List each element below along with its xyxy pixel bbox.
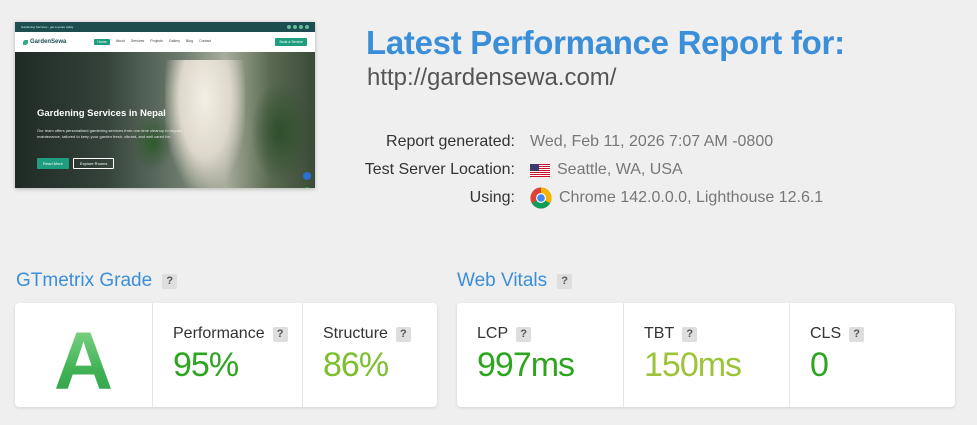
phone-icon bbox=[303, 172, 311, 180]
gtmetrix-grade-heading: GTmetrix Grade ? bbox=[16, 270, 178, 292]
report-generated-row: Report generated: Wed, Feb 11, 2026 7:07… bbox=[330, 130, 773, 154]
help-icon[interactable]: ? bbox=[557, 273, 573, 289]
gtmetrix-grade-card: A Performance ? 95% Structure ? 86% bbox=[15, 303, 437, 407]
report-generated-label: Report generated: bbox=[386, 133, 515, 150]
thumb-menu: Home About Services Projects Gallery Blo… bbox=[94, 39, 211, 45]
thumb-menu-item: Projects bbox=[150, 39, 163, 43]
thumb-topbar-text: Gardening Services - get a quote today bbox=[21, 25, 74, 29]
server-location-label: Test Server Location: bbox=[364, 161, 515, 178]
web-vitals-card: LCP ? 997ms TBT ? 150ms CLS ? 0 bbox=[457, 303, 955, 407]
thumb-cta-button: Book a Service bbox=[275, 38, 307, 46]
thumb-plant bbox=[250, 82, 310, 182]
thumb-menu-item: Services bbox=[130, 39, 145, 43]
help-icon[interactable]: ? bbox=[395, 326, 411, 342]
tbt-cell: TBT ? 150ms bbox=[623, 303, 789, 407]
us-flag-icon bbox=[530, 163, 550, 177]
help-icon[interactable]: ? bbox=[162, 273, 178, 289]
thumb-nav: GardenSewa Home About Services Projects … bbox=[15, 32, 315, 52]
lcp-cell: LCP ? 997ms bbox=[457, 303, 623, 407]
performance-label: Performance ? bbox=[173, 325, 288, 343]
thumb-menu-item: About bbox=[115, 39, 125, 43]
cls-cell: CLS ? 0 bbox=[789, 303, 955, 407]
performance-cell: Performance ? 95% bbox=[152, 303, 302, 407]
report-url[interactable]: http://gardensewa.com/ bbox=[367, 64, 616, 92]
thumb-hero: Gardening Services in Nepal Our team off… bbox=[15, 52, 315, 188]
thumb-hero-title: Gardening Services in Nepal bbox=[37, 108, 166, 119]
thumb-read-more-button: Read More bbox=[37, 158, 69, 169]
tbt-label: TBT ? bbox=[644, 325, 698, 343]
server-location-row: Test Server Location: Seattle, WA, USA bbox=[330, 158, 683, 182]
thumb-social-icons bbox=[287, 25, 309, 29]
help-icon[interactable]: ? bbox=[516, 326, 532, 342]
leaf-icon bbox=[23, 39, 28, 45]
thumb-menu-item: Home bbox=[94, 39, 110, 45]
help-icon[interactable]: ? bbox=[849, 326, 865, 342]
grade-cell: A bbox=[15, 303, 152, 407]
thumb-topbar: Gardening Services - get a quote today bbox=[15, 22, 315, 32]
help-icon[interactable]: ? bbox=[272, 326, 288, 342]
structure-cell: Structure ? 86% bbox=[302, 303, 437, 407]
using-row: Using: Chrome 142.0.0.0, Lighthouse 12.6… bbox=[330, 186, 823, 210]
thumb-person bbox=[165, 60, 245, 188]
chrome-icon bbox=[530, 187, 552, 209]
using-value: Chrome 142.0.0.0, Lighthouse 12.6.1 bbox=[530, 187, 823, 209]
page-screenshot-thumbnail[interactable]: Gardening Services - get a quote today G… bbox=[15, 22, 315, 188]
report-title: Latest Performance Report for: bbox=[366, 24, 845, 61]
thumb-explore-button: Explore Rooms bbox=[73, 158, 115, 169]
report-generated-value: Wed, Feb 11, 2026 7:07 AM -0800 bbox=[530, 133, 774, 150]
thumb-menu-item: Gallery bbox=[168, 39, 181, 43]
lcp-label: LCP ? bbox=[477, 325, 532, 343]
whatsapp-icon bbox=[303, 187, 311, 188]
cls-value: 0 bbox=[810, 346, 829, 384]
server-location-value: Seattle, WA, USA bbox=[530, 161, 683, 179]
web-vitals-heading: Web Vitals ? bbox=[457, 270, 573, 292]
structure-label: Structure ? bbox=[323, 325, 411, 343]
thumb-menu-item: Blog bbox=[186, 39, 194, 43]
performance-value: 95% bbox=[173, 346, 239, 384]
structure-value: 86% bbox=[323, 346, 389, 384]
cls-label: CLS ? bbox=[810, 325, 865, 343]
tbt-value: 150ms bbox=[644, 346, 742, 384]
thumb-logo: GardenSewa bbox=[23, 39, 66, 45]
thumb-hero-text: Our team offers personalised gardening s… bbox=[37, 128, 183, 139]
grade-letter: A bbox=[15, 315, 152, 409]
using-label: Using: bbox=[469, 189, 515, 206]
help-icon[interactable]: ? bbox=[682, 326, 698, 342]
lcp-value: 997ms bbox=[477, 346, 575, 384]
thumb-menu-item: Contact bbox=[199, 39, 212, 43]
